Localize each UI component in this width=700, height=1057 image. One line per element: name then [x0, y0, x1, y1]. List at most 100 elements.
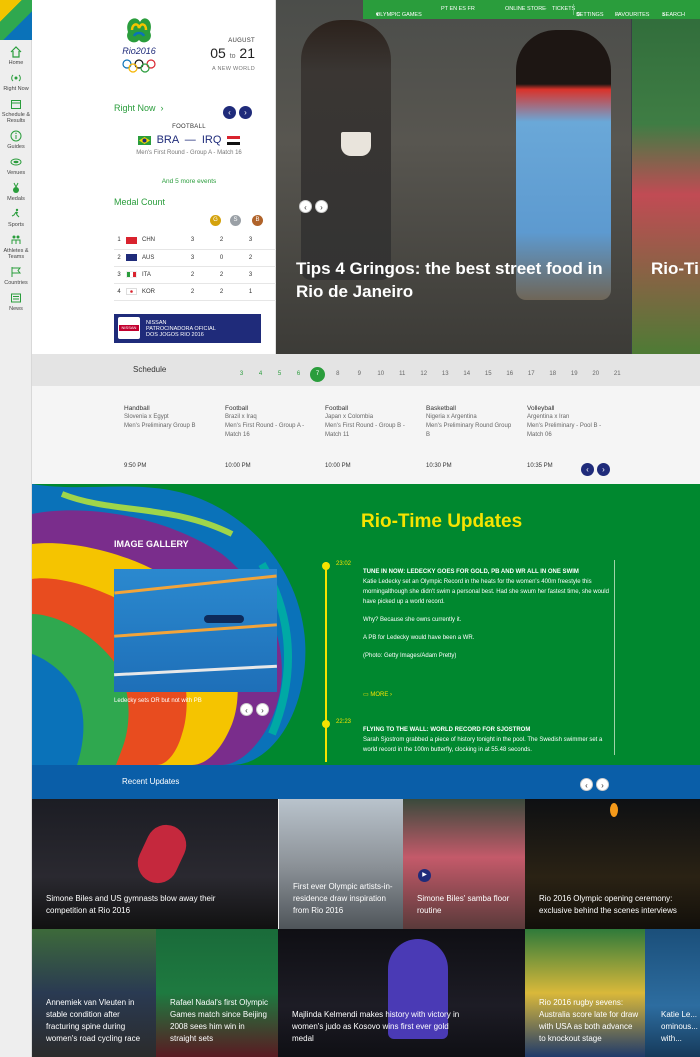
- sidebar-item-countries[interactable]: Countries: [0, 266, 32, 286]
- recent-next-icon[interactable]: ›: [596, 778, 609, 791]
- day-item[interactable]: 13: [435, 367, 457, 382]
- medal-table: 1 CHN 3 2 3 8 2 AUS 3 0 2 5 3 ITA 2 2 3 …: [114, 232, 294, 301]
- day-item[interactable]: 15: [478, 367, 500, 382]
- hero-side-image[interactable]: [632, 0, 700, 354]
- schedule-nav: ‹ ›: [578, 459, 610, 477]
- sponsor-text: NISSAN PATROCINADORA OFICIAL DOS JOGOS R…: [146, 320, 216, 338]
- hero-title[interactable]: Tips 4 Gringos: the best street food in …: [296, 257, 616, 303]
- day-item[interactable]: 9: [349, 367, 371, 382]
- news-tile[interactable]: Rafael Nadal's first Olympic Games match…: [156, 929, 278, 1057]
- next-arrow-icon[interactable]: ›: [239, 106, 252, 119]
- medal-silver: 2: [207, 283, 236, 301]
- gallery-prev-icon[interactable]: ‹: [240, 703, 253, 716]
- day-item[interactable]: 19: [564, 367, 586, 382]
- gallery-image[interactable]: [114, 569, 277, 692]
- day-item[interactable]: 4: [251, 367, 270, 382]
- schedule-event[interactable]: Football Japan x Colombia Men's First Ro…: [325, 404, 415, 469]
- day-item[interactable]: 3: [232, 367, 251, 382]
- table-row[interactable]: 4 KOR 2 2 1 5: [114, 283, 294, 301]
- day-item[interactable]: 14: [456, 367, 478, 382]
- schedule-event[interactable]: Volleyball Argentina x Iran Men's Prelim…: [527, 404, 617, 469]
- update-post[interactable]: FLYING TO THE WALL: WORLD RECORD FOR SJO…: [363, 725, 611, 755]
- play-video-icon[interactable]: ▶: [418, 869, 431, 882]
- table-row[interactable]: 1 CHN 3 2 3 8: [114, 232, 294, 250]
- schedule-event[interactable]: Basketball Nigeria x Argentina Men's Pre…: [426, 404, 516, 469]
- rio2016-logo[interactable]: Rio2016: [114, 10, 164, 74]
- online-store-link[interactable]: ONLINE STORE: [505, 6, 546, 12]
- post-paragraph: A PB for Ledecky would have been a WR.: [363, 635, 475, 641]
- news-tile[interactable]: Rio 2016 rugby sevens: Australia score l…: [525, 929, 645, 1057]
- schedule-event[interactable]: Handball Slovenia x Egypt Men's Prelimin…: [124, 404, 214, 469]
- team-separator: —: [184, 134, 196, 146]
- recent-prev-icon[interactable]: ‹: [580, 778, 593, 791]
- news-tile[interactable]: Majlinda Kelmendi makes history with vic…: [278, 929, 525, 1057]
- day-item[interactable]: 17: [521, 367, 543, 382]
- day-item[interactable]: 5: [270, 367, 289, 382]
- recent-updates-bar: Recent Updates ‹ ›: [32, 765, 700, 799]
- updates-scrollbar[interactable]: [614, 560, 615, 755]
- more-events-link[interactable]: And 5 more events: [114, 178, 264, 185]
- news-tile[interactable]: Simone Biles' samba floor routine: [403, 799, 525, 929]
- right-now-match[interactable]: BRA — IRQ: [114, 134, 264, 146]
- sidebar-item-news[interactable]: News: [0, 292, 32, 312]
- event-time: 10:35 PM: [527, 463, 553, 469]
- sidebar-item-right-now[interactable]: Right Now: [0, 72, 32, 92]
- team-away: IRQ: [201, 134, 222, 146]
- table-row[interactable]: 3 ITA 2 2 3 7: [114, 266, 294, 284]
- hero-carousel[interactable]: ‹ › Tips 4 Gringos: the best street food …: [276, 0, 700, 354]
- table-row[interactable]: 2 AUS 3 0 2 5: [114, 249, 294, 267]
- sidebar-item-guides[interactable]: Guides: [0, 130, 32, 150]
- post-body: Katie Ledecky set an Olympic Record in t…: [363, 579, 609, 605]
- hero-nav: ‹ ›: [296, 197, 328, 215]
- nissan-sponsor-banner[interactable]: NISSAN NISSAN PATROCINADORA OFICIAL DOS …: [114, 314, 261, 343]
- medal-rank: 4: [114, 283, 124, 301]
- hero-next-icon[interactable]: ›: [315, 200, 328, 213]
- news-tile[interactable]: First ever Olympic artists-in-residence …: [279, 799, 403, 929]
- day-item-active[interactable]: 7: [310, 367, 325, 382]
- news-tile[interactable]: Rio 2016 Olympic opening ceremony: exclu…: [525, 799, 700, 929]
- day-item[interactable]: 11: [392, 367, 414, 382]
- day-item[interactable]: 21: [607, 367, 629, 382]
- brazil-flag-icon: [137, 135, 151, 145]
- tickets-link[interactable]: TICKETS: [552, 6, 575, 12]
- day-item[interactable]: 20: [585, 367, 607, 382]
- sidebar-item-medals[interactable]: Medals: [0, 182, 32, 202]
- medal-gold: 3: [178, 232, 207, 250]
- day-item[interactable]: 6: [289, 367, 308, 382]
- sidebar-item-athletes[interactable]: Athletes & Teams: [0, 234, 32, 260]
- image-gallery-title[interactable]: IMAGE GALLERY: [114, 539, 189, 549]
- update-post[interactable]: TUNE IN NOW: LEDECKY GOES FOR GOLD, PB A…: [363, 567, 611, 669]
- day-item[interactable]: 18: [542, 367, 564, 382]
- day-item[interactable]: 8: [327, 367, 349, 382]
- prev-arrow-icon[interactable]: ‹: [223, 106, 236, 119]
- hero-prev-icon[interactable]: ‹: [299, 200, 312, 213]
- day-item[interactable]: 10: [370, 367, 392, 382]
- right-now-title[interactable]: Right Now ›: [114, 103, 164, 113]
- language-switcher[interactable]: PT EN ES FR: [441, 6, 475, 12]
- post-paragraph: Why? Because she owns currently it.: [363, 617, 462, 623]
- news-tile[interactable]: Annemiek van Vleuten in stable condition…: [32, 929, 156, 1057]
- schedule-label[interactable]: Schedule: [133, 365, 166, 374]
- recent-updates-title[interactable]: Recent Updates: [122, 777, 179, 786]
- camera-icon: ▭: [363, 692, 369, 698]
- schedule-prev-icon[interactable]: ‹: [581, 463, 594, 476]
- medal-rank: 2: [114, 249, 124, 267]
- gallery-next-icon[interactable]: ›: [256, 703, 269, 716]
- schedule-next-icon[interactable]: ›: [597, 463, 610, 476]
- sidebar-item-sports[interactable]: Sports: [0, 208, 32, 228]
- schedule-event[interactable]: Football Brazil x Iraq Men's First Round…: [225, 404, 315, 469]
- medal-gold: 2: [178, 283, 207, 301]
- news-tile[interactable]: Simone Biles and US gymnasts blow away t…: [32, 799, 278, 929]
- news-tile[interactable]: Katie Le... ominous... rivals with...: [645, 929, 700, 1057]
- news-icon: [10, 292, 22, 304]
- hero-side-title[interactable]: Rio-Ti... with c: [651, 257, 700, 280]
- home-icon: [10, 46, 22, 58]
- medal-count-title[interactable]: Medal Count: [114, 197, 165, 207]
- sidebar-item-schedule[interactable]: Schedule & Results: [0, 98, 32, 124]
- sidebar-item-venues[interactable]: Venues: [0, 156, 32, 176]
- day-item[interactable]: 12: [413, 367, 435, 382]
- rio-color-logo[interactable]: [0, 0, 32, 40]
- day-item[interactable]: 16: [499, 367, 521, 382]
- more-link[interactable]: ▭ MORE ›: [363, 691, 392, 698]
- sidebar-item-home[interactable]: Home: [0, 46, 32, 66]
